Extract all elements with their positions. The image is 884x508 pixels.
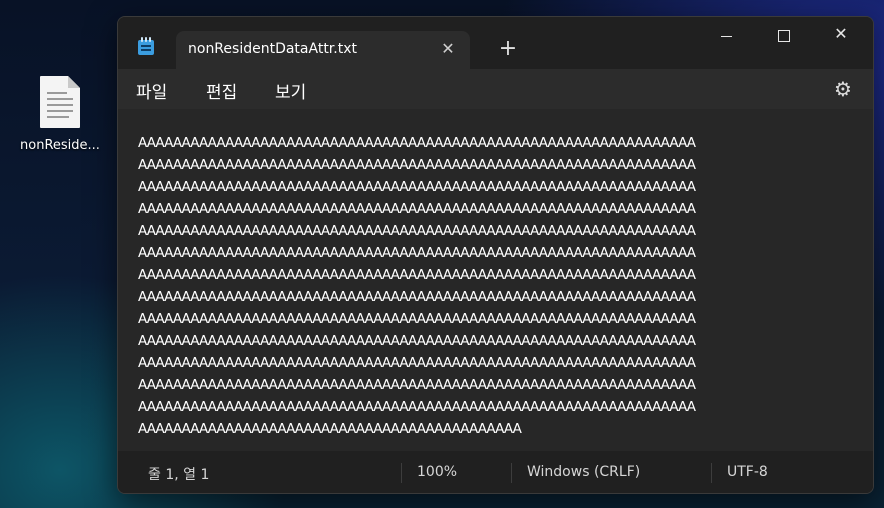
text-line: AAAAAAAAAAAAAAAAAAAAAAAAAAAAAAAAAAAAAAAA… <box>138 333 696 349</box>
text-line: AAAAAAAAAAAAAAAAAAAAAAAAAAAAAAAAAAAAAAAA… <box>138 245 696 261</box>
desktop-file-icon[interactable]: nonReside... <box>14 72 106 153</box>
notepad-icon <box>138 37 154 55</box>
close-icon: ✕ <box>834 24 848 43</box>
text-line: AAAAAAAAAAAAAAAAAAAAAAAAAAAAAAAAAAAAAAAA… <box>138 179 696 195</box>
encoding[interactable]: UTF-8 <box>727 464 768 480</box>
text-line: AAAAAAAAAAAAAAAAAAAAAAAAAAAAAAAAAAAAAAAA… <box>138 421 522 437</box>
gear-icon[interactable]: ⚙ <box>832 78 854 100</box>
menu-edit[interactable]: 편집 <box>206 78 237 103</box>
line-ending[interactable]: Windows (CRLF) <box>527 464 640 480</box>
desktop-file-label: nonReside... <box>20 138 100 153</box>
text-file-icon <box>40 76 80 128</box>
menu-bar: 파일 편집 보기 ⚙ <box>118 69 873 109</box>
status-bar: 줄 1, 열 1 100% Windows (CRLF) UTF-8 <box>118 451 873 493</box>
maximize-icon <box>778 30 790 42</box>
tab-active-file[interactable]: nonResidentDataAttr.txt ✕ <box>176 31 470 69</box>
cursor-position[interactable]: 줄 1, 열 1 <box>148 464 209 484</box>
text-line: AAAAAAAAAAAAAAAAAAAAAAAAAAAAAAAAAAAAAAAA… <box>138 201 696 217</box>
maximize-button[interactable] <box>760 17 806 55</box>
menu-file[interactable]: 파일 <box>136 78 167 103</box>
status-divider <box>511 463 512 483</box>
text-line: AAAAAAAAAAAAAAAAAAAAAAAAAAAAAAAAAAAAAAAA… <box>138 135 696 151</box>
status-divider <box>401 463 402 483</box>
text-editor[interactable]: AAAAAAAAAAAAAAAAAAAAAAAAAAAAAAAAAAAAAAAA… <box>118 109 873 451</box>
text-line: AAAAAAAAAAAAAAAAAAAAAAAAAAAAAAAAAAAAAAAA… <box>138 399 696 415</box>
tab-title: nonResidentDataAttr.txt <box>188 41 357 57</box>
document-text[interactable]: AAAAAAAAAAAAAAAAAAAAAAAAAAAAAAAAAAAAAAAA… <box>138 132 873 440</box>
close-window-button[interactable]: ✕ <box>818 17 864 55</box>
close-icon[interactable]: ✕ <box>438 39 458 59</box>
text-line: AAAAAAAAAAAAAAAAAAAAAAAAAAAAAAAAAAAAAAAA… <box>138 355 696 371</box>
minimize-button[interactable] <box>703 17 749 55</box>
status-divider <box>711 463 712 483</box>
plus-icon[interactable]: + <box>496 37 520 61</box>
text-line: AAAAAAAAAAAAAAAAAAAAAAAAAAAAAAAAAAAAAAAA… <box>138 157 696 173</box>
text-line: AAAAAAAAAAAAAAAAAAAAAAAAAAAAAAAAAAAAAAAA… <box>138 223 696 239</box>
text-line: AAAAAAAAAAAAAAAAAAAAAAAAAAAAAAAAAAAAAAAA… <box>138 311 696 327</box>
menu-view[interactable]: 보기 <box>275 78 306 103</box>
minimize-icon <box>721 36 732 37</box>
text-line: AAAAAAAAAAAAAAAAAAAAAAAAAAAAAAAAAAAAAAAA… <box>138 267 696 283</box>
notepad-window: nonResidentDataAttr.txt ✕ + ✕ 파일 편집 보기 ⚙… <box>117 16 874 494</box>
title-bar[interactable]: nonResidentDataAttr.txt ✕ + ✕ <box>118 17 873 69</box>
zoom-level[interactable]: 100% <box>417 464 457 480</box>
text-line: AAAAAAAAAAAAAAAAAAAAAAAAAAAAAAAAAAAAAAAA… <box>138 289 696 305</box>
text-line: AAAAAAAAAAAAAAAAAAAAAAAAAAAAAAAAAAAAAAAA… <box>138 377 696 393</box>
